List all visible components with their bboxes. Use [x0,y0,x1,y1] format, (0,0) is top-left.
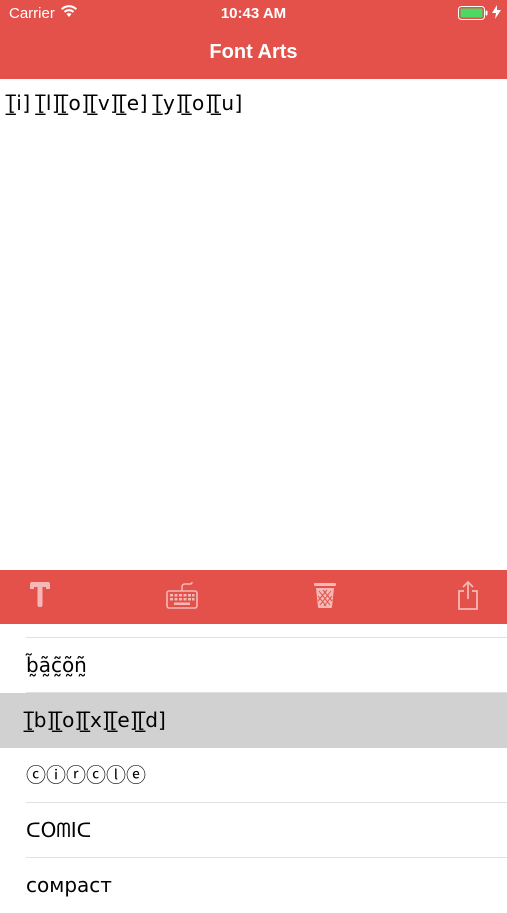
font-style-list[interactable]: b̰̃ã̰c̰̃õ̰ñ̰ [̲̅b][̲̅o][̲̅x][̲̅e][̲̅d] ⓒ… [0,624,507,900]
font-style-item[interactable]: ⓒⓘⓡⓒⓛⓔ [0,748,507,803]
status-time: 10:43 AM [220,5,287,22]
font-style-item[interactable]: b̰̃ã̰c̰̃õ̰ñ̰ [0,638,507,693]
font-style-item-selected[interactable]: [̲̅b][̲̅o][̲̅x][̲̅e][̲̅d] [0,693,507,748]
text-style-button[interactable] [10,570,70,624]
font-style-item[interactable]: ᑕOᗰIᑕ [0,803,507,858]
font-style-label: [̲̅b][̲̅o][̲̅x][̲̅e][̲̅d] [26,708,166,732]
charging-icon [492,5,501,22]
keyboard-icon [166,581,198,614]
text-style-icon [29,581,51,613]
page-title: Font Arts [209,41,298,63]
font-style-label: b̰̃ã̰c̰̃õ̰ñ̰ [26,653,87,677]
font-style-label: сомраст [26,873,112,897]
battery-icon [458,6,488,25]
keyboard-button[interactable] [152,570,212,624]
share-icon [456,580,480,615]
clear-button[interactable] [295,570,355,624]
trash-icon [313,581,337,614]
share-button[interactable] [438,570,498,624]
editor-text[interactable]: [̲̅i] [̲̅l][̲̅o][̲̅v][̲̅e] [̲̅y][̲̅o][̲̅… [8,91,243,115]
text-editor[interactable]: [̲̅i] [̲̅l][̲̅o][̲̅v][̲̅e] [̲̅y][̲̅o][̲̅… [0,79,507,570]
font-style-label: ᑕOᗰIᑕ [26,818,92,842]
font-style-item[interactable]: сомраст [0,858,507,913]
toolbar [0,570,507,624]
top-bar: Carrier 10:43 AM Font Arts [0,0,507,79]
status-bar: Carrier 10:43 AM [0,0,507,28]
font-style-label: ⓒⓘⓡⓒⓛⓔ [26,763,146,787]
